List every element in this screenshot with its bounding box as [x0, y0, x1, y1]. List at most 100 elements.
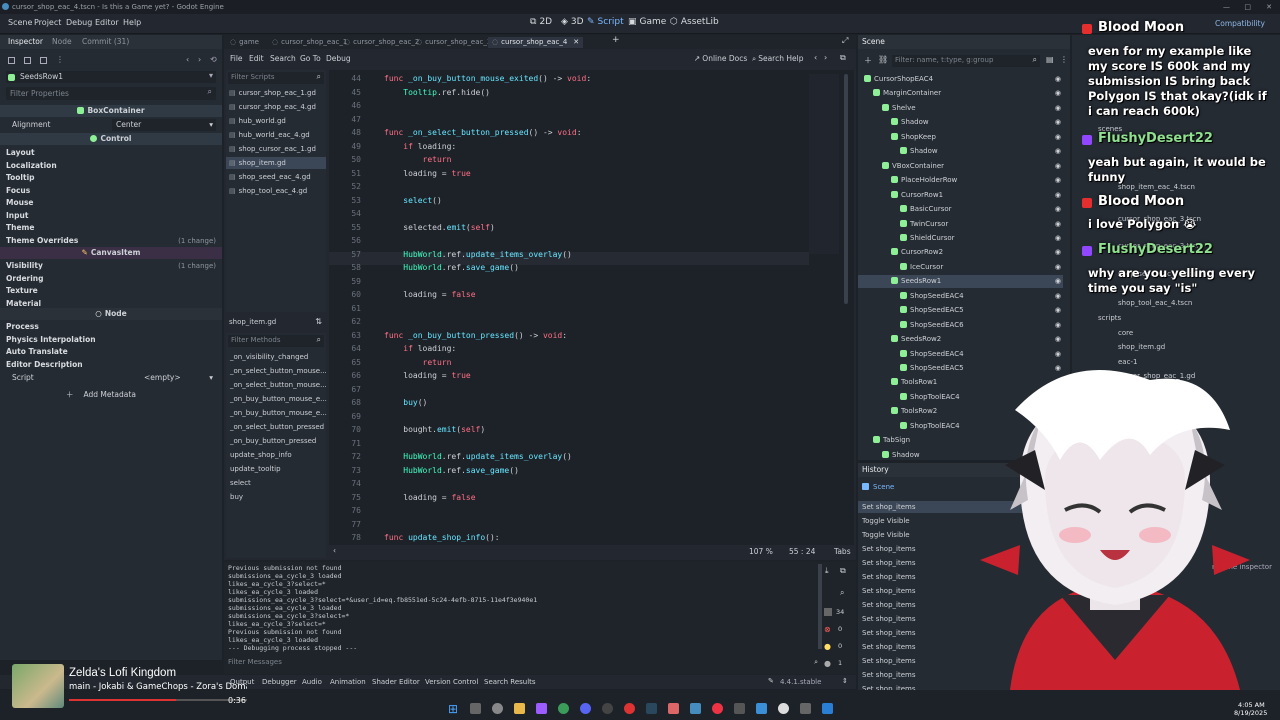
method-list-item[interactable]: _on_visibility_changed	[226, 351, 326, 363]
filesystem-item[interactable]: core	[1072, 327, 1280, 339]
visibility-eye-icon[interactable]: ◉	[1055, 434, 1061, 447]
scene-tree-node[interactable]: VBoxContainer ◉	[858, 160, 1063, 173]
scene-filter-field[interactable]: Filter: name, t:type, g:group ⌕	[892, 55, 1040, 67]
visibility-eye-icon[interactable]: ◉	[1055, 131, 1061, 144]
indent-mode[interactable]: Tabs	[834, 547, 851, 556]
script-menu-3[interactable]: Go To	[300, 54, 321, 63]
filter-properties-field[interactable]: Filter Properties ⌕	[6, 87, 216, 100]
filesystem-item[interactable]: eac-1	[1072, 356, 1280, 368]
search-help-button[interactable]: ⌕ Search Help	[752, 54, 803, 64]
visibility-eye-icon[interactable]: ◉	[1055, 116, 1061, 129]
visibility-eye-icon[interactable]: ◉	[1055, 348, 1061, 361]
script-list-item[interactable]: ▤ hub_world_eac_4.gd	[226, 129, 326, 141]
steam-taskbar-icon[interactable]	[646, 703, 657, 714]
search-output-icon[interactable]: ⌕	[840, 588, 844, 598]
visibility-eye-icon[interactable]: ◉	[1055, 362, 1061, 375]
visibility-eye-icon[interactable]: ◉	[1055, 391, 1061, 404]
bottom-tab-6[interactable]: Search Results	[484, 678, 536, 686]
save-resource-icon[interactable]	[40, 57, 47, 64]
method-list-item[interactable]: _on_select_button_pressed	[226, 421, 326, 433]
visibility-eye-icon[interactable]: ◉	[1055, 420, 1061, 433]
script-list-item[interactable]: ▤ shop_tool_eac_4.gd	[226, 185, 326, 197]
visibility-eye-icon[interactable]: ◉	[1055, 275, 1061, 288]
visibility-eye-icon[interactable]: ◉	[1055, 246, 1061, 259]
script-list-item[interactable]: ▤ shop_item.gd	[226, 157, 326, 169]
filesystem-item[interactable]: cursor_shop_eac_1.gd	[1072, 370, 1280, 382]
script-menu-0[interactable]: File	[230, 54, 243, 63]
method-list-item[interactable]: _on_buy_button_mouse_e...	[226, 407, 327, 419]
workspace-assetlib-button[interactable]: ⬡ AssetLib	[670, 17, 719, 27]
close-button[interactable]: ✕	[1266, 0, 1272, 14]
inspector-section-3[interactable]: Focus	[0, 185, 222, 197]
clock-time[interactable]: 4:05 AM	[1238, 701, 1265, 709]
workspace-2d-button[interactable]: ⧉ 2D	[530, 17, 552, 27]
scene-tree-node[interactable]: TabSign ◉	[858, 434, 1063, 447]
visibility-eye-icon[interactable]: ◉	[1055, 160, 1061, 173]
clock-date[interactable]: 8/19/2025	[1234, 709, 1267, 717]
script-tab-4[interactable]: ◌ cursor_shop_eac_4 ✕	[488, 37, 584, 48]
visibility-eye-icon[interactable]: ◉	[1055, 333, 1061, 346]
script-tab-1[interactable]: ◌ cursor_shop_eac_1	[272, 37, 347, 48]
maximize-button[interactable]: □	[1244, 0, 1251, 14]
github-taskbar-icon[interactable]	[778, 703, 789, 714]
script-menu-1[interactable]: Edit	[249, 54, 264, 63]
workspace-game-button[interactable]: ▣ Game	[628, 17, 666, 27]
error-icon[interactable]: ⊗	[824, 625, 831, 634]
inspector-section-1[interactable]: Localization	[0, 160, 222, 172]
scene-tree-node[interactable]: ShopKeep ◉	[858, 131, 1063, 144]
filesystem-item[interactable]: eac_4.gd	[1072, 428, 1280, 440]
script-menu-2[interactable]: Search	[270, 54, 296, 63]
calc-taskbar-icon[interactable]	[734, 703, 745, 714]
method-list-item[interactable]: _on_buy_button_mouse_e...	[226, 393, 327, 405]
forward-icon[interactable]: ›	[198, 55, 201, 64]
inspector-section-5[interactable]: Input	[0, 210, 222, 222]
method-list-item[interactable]: select	[226, 477, 326, 489]
new-resource-icon[interactable]	[8, 57, 15, 64]
close-tab-icon[interactable]: ✕	[573, 38, 579, 46]
visibility-eye-icon[interactable]: ◉	[1055, 145, 1061, 158]
tab-scene[interactable]: Scene	[862, 35, 885, 49]
tab-inspector[interactable]: Inspector	[8, 35, 43, 49]
tab-history[interactable]: History	[862, 463, 889, 477]
canvas-section-1[interactable]: Ordering	[0, 273, 222, 285]
visibility-eye-icon[interactable]: ◉	[1055, 73, 1061, 86]
history-item[interactable]: Set shop_items	[858, 613, 1070, 625]
sort-icon[interactable]: ⇅	[315, 317, 322, 326]
script-list-item[interactable]: ▤ cursor_shop_eac_4.gd	[226, 101, 326, 113]
class-header-control[interactable]: Control	[0, 133, 222, 145]
alignment-select[interactable]: Center ▾	[112, 119, 216, 131]
class-header-boxcontainer[interactable]: BoxContainer	[0, 105, 222, 117]
history-item[interactable]: Set shop_items	[858, 627, 1070, 639]
history-item[interactable]: Set shop_items	[858, 683, 1070, 690]
script-tab-2[interactable]: ◌ cursor_shop_eac_2	[344, 37, 419, 48]
zoom-level[interactable]: 107 %	[749, 547, 773, 556]
scene-tree-node[interactable]: ToolsRow2 ◉	[858, 405, 1063, 418]
history-item[interactable]: Set shop_items	[858, 641, 1070, 653]
scene-tree-node[interactable]: Shelve ◉	[858, 102, 1063, 115]
visibility-eye-icon[interactable]: ◉	[1055, 319, 1061, 332]
filter-messages-field[interactable]: Filter Messages ⌕	[228, 658, 818, 670]
more-icon[interactable]: ⋮	[1060, 55, 1068, 64]
scene-tree-node[interactable]: BasicCursor ◉	[858, 203, 1063, 216]
app-taskbar-icon[interactable]	[536, 703, 547, 714]
inspector-section-6[interactable]: Theme	[0, 222, 222, 234]
history-item[interactable]: Set shop_items	[858, 599, 1070, 611]
node-section-2[interactable]: Auto Translate	[0, 346, 222, 358]
scene-tree-node[interactable]: ShopSeedEAC4 ◉	[858, 290, 1063, 303]
discord-taskbar-icon[interactable]	[580, 703, 591, 714]
scene-tree-node[interactable]: ShieldCursor ◉	[858, 232, 1063, 245]
expand-icon[interactable]: ⇕	[842, 677, 848, 685]
script-list-item[interactable]: ▤ hub_world.gd	[226, 115, 326, 127]
scene-tree-node[interactable]: ShopSeedEAC5 ◉	[858, 304, 1063, 317]
browser-taskbar-icon[interactable]	[558, 703, 569, 714]
code-editor[interactable]: 44 func _on_buy_button_mouse_exited() -> …	[329, 70, 854, 545]
more-icon[interactable]: ⋮	[56, 55, 64, 64]
add-node-icon[interactable]: ＋	[864, 55, 872, 66]
script-tab-0[interactable]: ◌ game	[230, 37, 259, 48]
add-metadata-button[interactable]: ＋ Add Metadata	[66, 389, 136, 401]
renderer-select[interactable]: Compatibility	[1215, 19, 1265, 28]
scene-tree-node[interactable]: ShopToolEAC4 ◉	[858, 391, 1063, 404]
copy-output-icon[interactable]: ⧉	[840, 566, 846, 576]
method-list-item[interactable]: update_tooltip	[226, 463, 326, 475]
scene-tree-node[interactable]: MarginContainer ◉	[858, 87, 1063, 100]
